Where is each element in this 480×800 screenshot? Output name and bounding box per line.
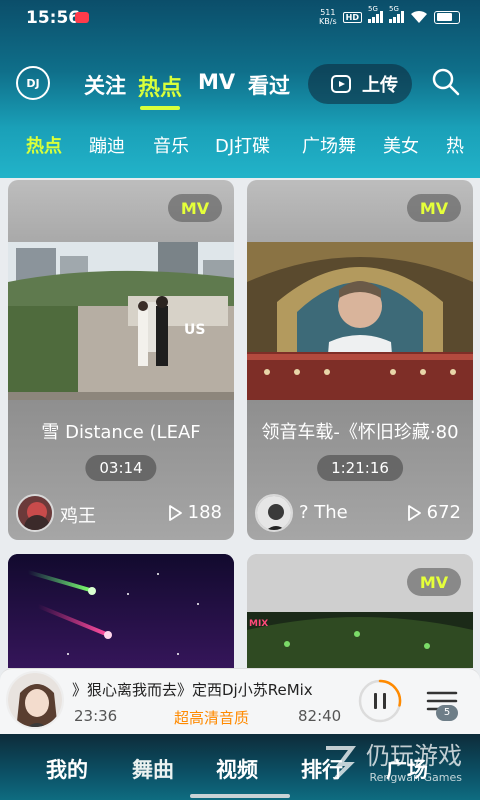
mv-badge: MV — [407, 194, 461, 222]
sim2-label: 5G — [389, 5, 399, 13]
mini-player[interactable]: 》狠心离我而去》定西Dj小苏ReMix 23:36 超高清音质 82:40 5 — [0, 668, 480, 734]
category-bar: 热点 蹦迪 音乐 DJ打碟 广场舞 美女 热 — [0, 120, 480, 170]
author-name[interactable]: ? The — [299, 502, 348, 523]
tab-mv[interactable]: MV — [198, 70, 235, 94]
video-card[interactable] — [8, 554, 234, 668]
total-time: 82:40 — [298, 707, 342, 725]
video-thumbnail: US — [8, 242, 234, 400]
tab-follow[interactable]: 关注 — [84, 70, 126, 100]
sim1-label: 5G — [368, 5, 378, 13]
mv-badge: MV — [168, 194, 222, 222]
watermark-subtext: Rengwan Games — [369, 771, 462, 784]
video-card[interactable]: MV 领音车载-《怀旧珍藏·80 1:21:16 ? The 672 — [247, 180, 473, 540]
category-more[interactable]: 热 — [446, 132, 464, 158]
author-avatar[interactable] — [16, 494, 54, 532]
playlist-count-badge: 5 — [436, 705, 458, 721]
upload-button[interactable]: 上传 — [308, 64, 412, 104]
video-thumbnail — [247, 242, 473, 400]
signal-icon-sim2: 5G — [389, 5, 404, 23]
mv-badge: MV — [407, 568, 461, 596]
street-scene-image: US — [8, 242, 234, 400]
author-avatar[interactable] — [255, 494, 293, 532]
net-speed-value: 511 — [320, 8, 336, 17]
watermark-text: 仍玩游戏 — [366, 742, 462, 770]
video-grid: US MV 雪 Distance (LEAF 03:14 鸡王 188 MV 领… — [0, 178, 480, 668]
category-beauty[interactable]: 美女 — [383, 132, 419, 158]
net-speed: 511 KB/s — [319, 8, 337, 26]
bottom-nav: 我的 舞曲 视频 排行 广场 仍玩游戏 Rengwan Games — [0, 734, 480, 800]
video-duration: 1:21:16 — [317, 455, 403, 481]
video-title: 领音车载-《怀旧珍藏·80 — [261, 422, 459, 443]
video-overlay-text: MIX — [249, 619, 268, 629]
audio-quality[interactable]: 超高清音质 — [174, 707, 249, 728]
wifi-icon — [411, 10, 427, 23]
author-name[interactable]: 鸡王 — [60, 502, 96, 528]
category-square-dance[interactable]: 广场舞 — [302, 132, 356, 158]
dj-logo-icon[interactable]: DJ — [16, 66, 50, 100]
home-indicator[interactable] — [190, 794, 290, 798]
play-icon — [407, 504, 421, 521]
upload-label: 上传 — [362, 75, 398, 96]
active-tab-indicator — [140, 106, 180, 110]
status-icons: 511 KB/s HD 5G 5G — [319, 5, 460, 26]
album-cover[interactable] — [6, 671, 64, 729]
nav-video[interactable]: 视频 — [216, 754, 258, 784]
app-header: 15:56 511 KB/s HD 5G 5G DJ 关注 热点 MV 看过 上传… — [0, 0, 480, 178]
watermark-logo-icon — [326, 746, 356, 780]
notification-icon — [75, 12, 89, 23]
category-disco[interactable]: 蹦迪 — [89, 132, 125, 158]
pause-button[interactable] — [356, 677, 404, 725]
tab-hot[interactable]: 热点 — [138, 70, 182, 102]
play-icon — [168, 504, 182, 521]
signal-icon-sim1: 5G — [368, 5, 383, 23]
search-icon[interactable] — [430, 66, 462, 98]
song-title: 》狠心离我而去》定西Dj小苏ReMix — [72, 681, 313, 699]
tab-history[interactable]: 看过 — [248, 70, 290, 100]
hd-icon: HD — [342, 11, 362, 23]
nav-mine[interactable]: 我的 — [46, 754, 88, 784]
watermark: 仍玩游戏 Rengwan Games — [326, 736, 462, 784]
nav-dance-music[interactable]: 舞曲 — [132, 754, 174, 784]
category-dj[interactable]: DJ打碟 — [215, 132, 270, 158]
play-count-value: 672 — [426, 502, 461, 523]
top-nav: DJ 关注 热点 MV 看过 上传 — [0, 58, 480, 110]
category-music[interactable]: 音乐 — [153, 132, 189, 158]
battery-icon — [434, 10, 460, 24]
play-count: 672 — [407, 502, 461, 523]
play-count: 188 — [168, 502, 222, 523]
video-card[interactable]: US MV 雪 Distance (LEAF 03:14 鸡王 188 — [8, 180, 234, 540]
video-card[interactable]: MIX MV — [247, 554, 473, 668]
video-overlay-text: US — [184, 322, 205, 338]
video-duration: 03:14 — [85, 455, 157, 481]
upload-video-icon — [331, 75, 351, 93]
net-speed-unit: KB/s — [319, 17, 337, 26]
video-title: 雪 Distance (LEAF — [41, 422, 201, 443]
concert-scene-image — [247, 242, 473, 400]
category-hot[interactable]: 热点 — [26, 132, 62, 158]
meteor-scene-image — [8, 554, 234, 668]
status-time: 15:56 — [26, 8, 81, 28]
play-count-value: 188 — [187, 502, 222, 523]
status-bar: 15:56 511 KB/s HD 5G 5G — [0, 0, 480, 38]
elapsed-time: 23:36 — [74, 707, 118, 725]
